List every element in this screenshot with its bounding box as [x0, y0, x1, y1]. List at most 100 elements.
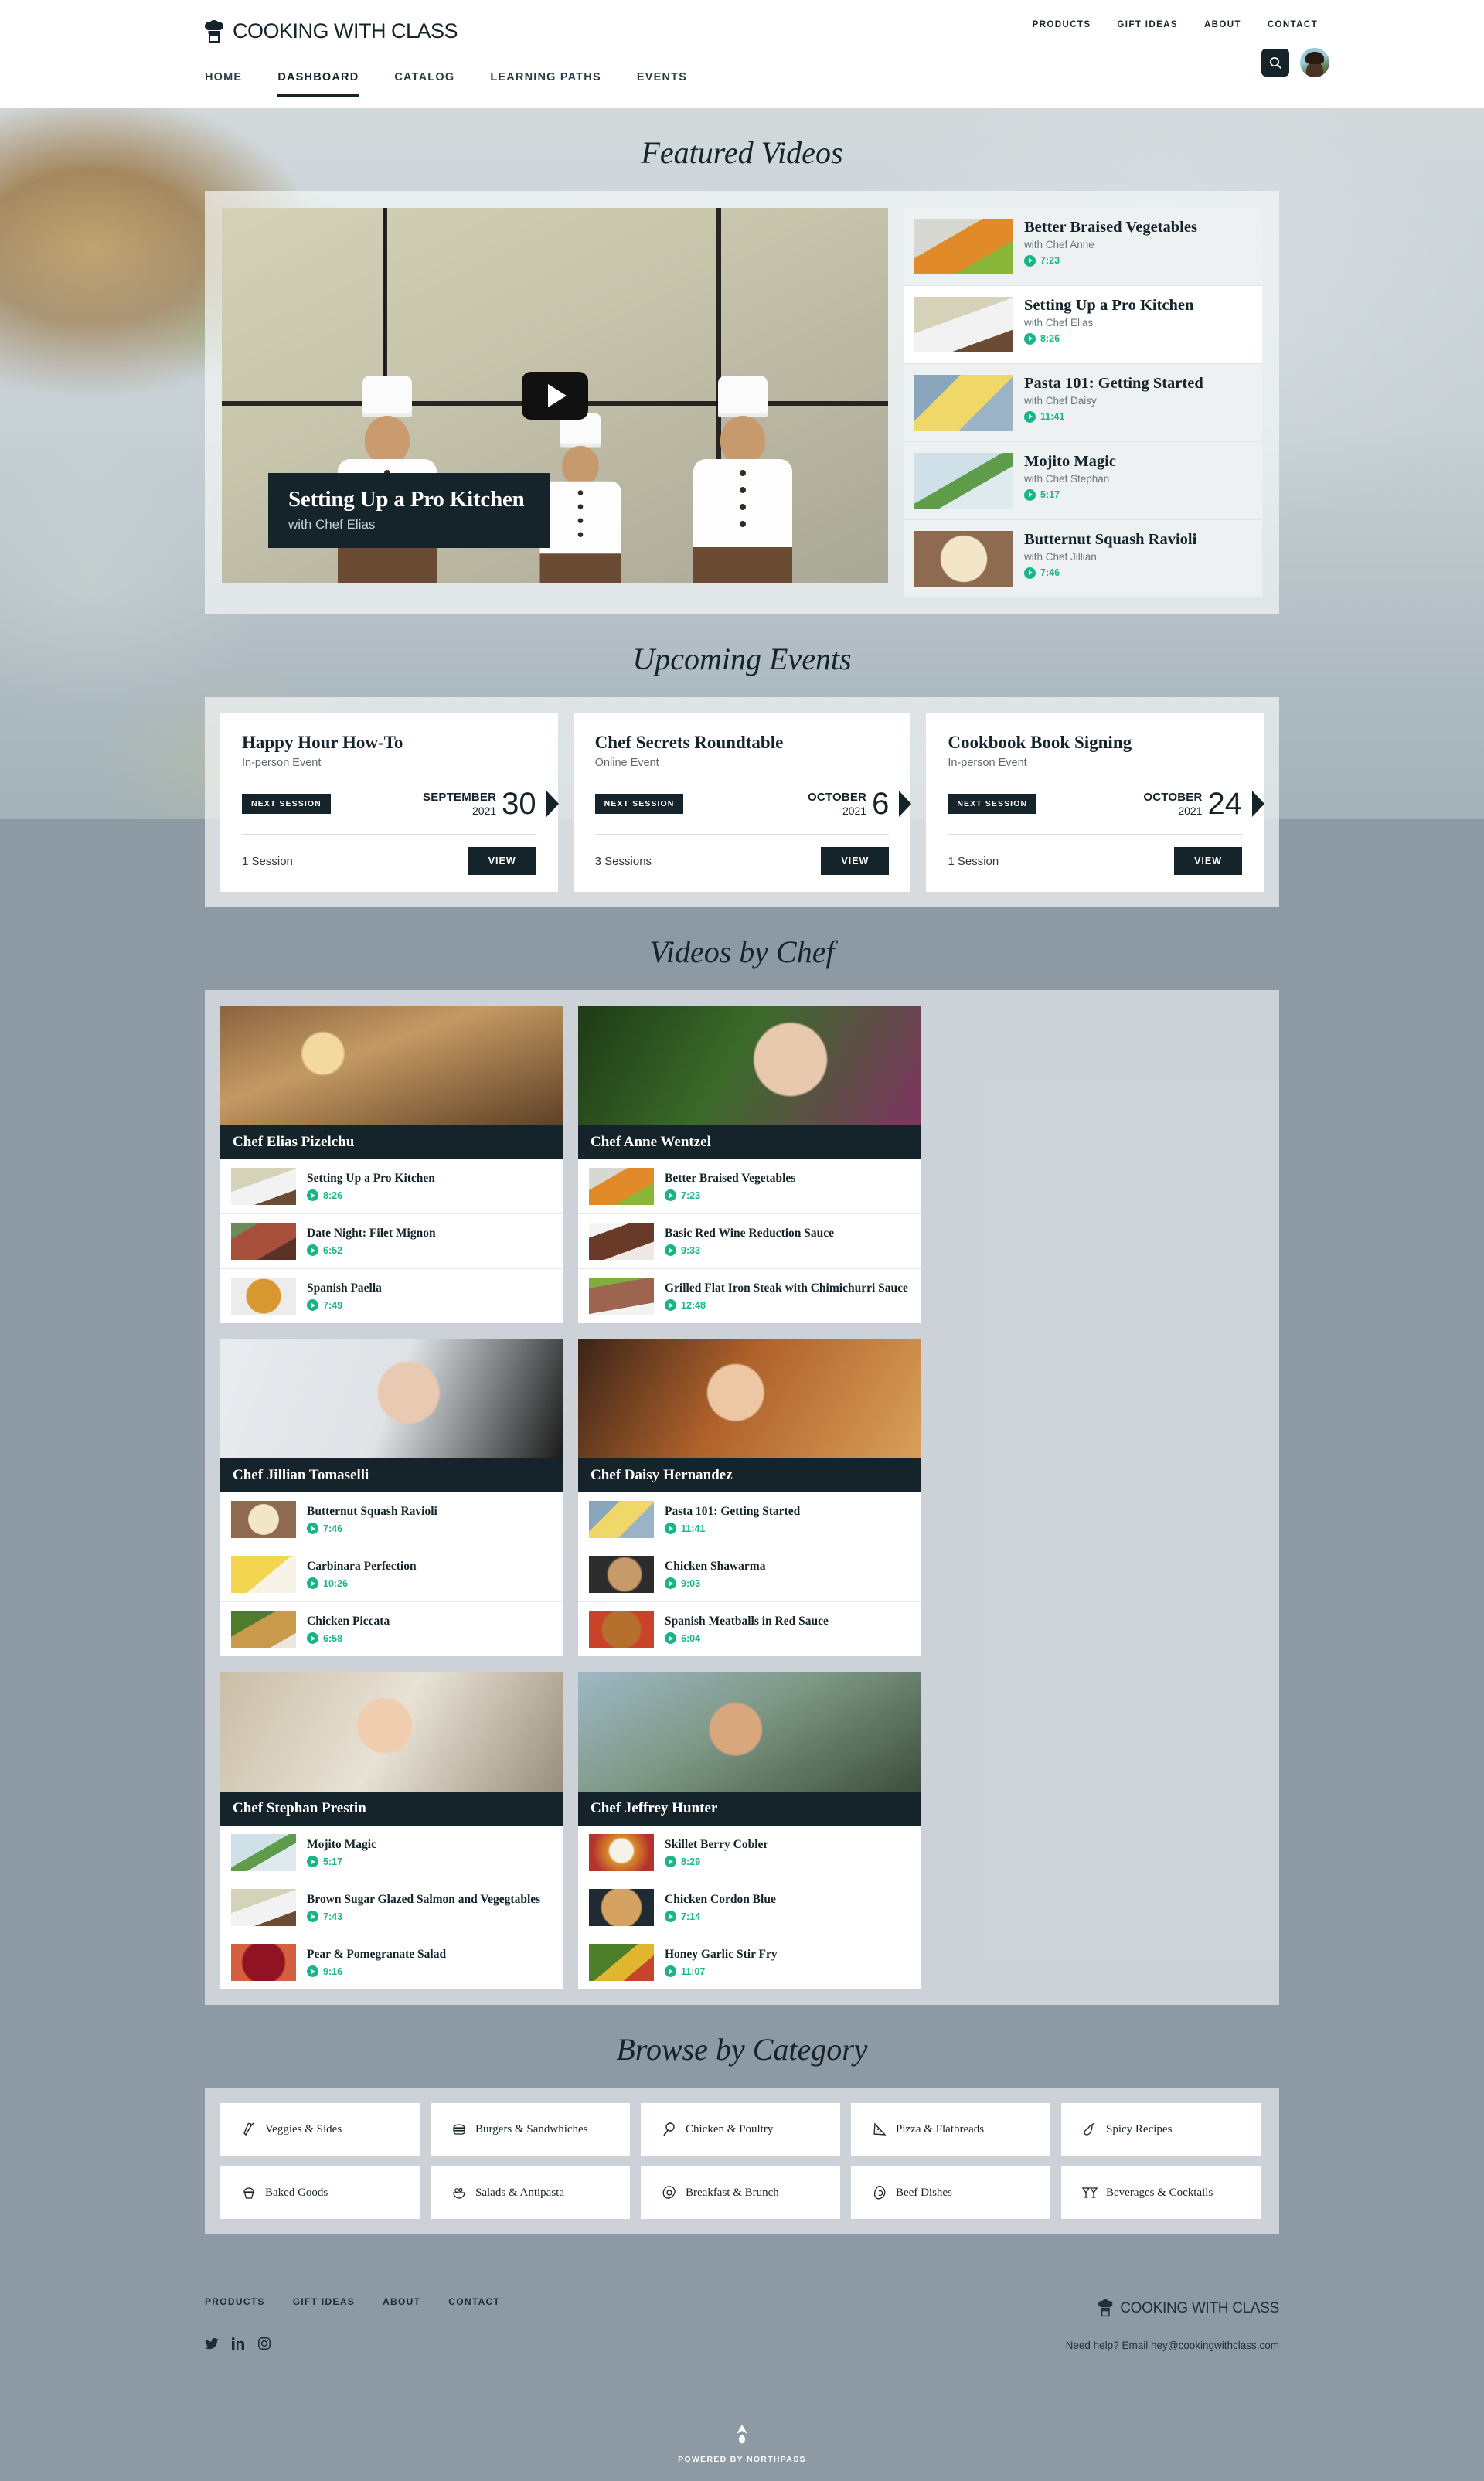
chef-video-item[interactable]: Skillet Berry Cobler 8:29: [578, 1826, 921, 1880]
chef-video-item[interactable]: Setting Up a Pro Kitchen 8:26: [220, 1159, 563, 1214]
category-card[interactable]: Beef Dishes: [851, 2166, 1050, 2219]
playlist-item[interactable]: Butternut Squash Ravioli with Chef Jilli…: [904, 520, 1262, 597]
footer-help-email[interactable]: hey@cookingwithclass.com: [1151, 2340, 1279, 2351]
event-view-button[interactable]: VIEW: [468, 847, 536, 875]
duration-text: 8:26: [323, 1189, 343, 1201]
duration-text: 11:41: [1040, 411, 1065, 423]
topnav-gift-ideas[interactable]: GIFT IDEAS: [1117, 20, 1178, 29]
chef-video-item[interactable]: Pasta 101: Getting Started 11:41: [578, 1492, 921, 1547]
category-card[interactable]: Baked Goods: [220, 2166, 420, 2219]
event-day: 6: [872, 787, 890, 821]
duration-text: 11:41: [681, 1523, 706, 1534]
event-day: 30: [502, 787, 536, 821]
videos-by-chef-heading: Videos by Chef: [649, 934, 835, 969]
brand-logo-link[interactable]: COOKING WITH CLASS: [205, 19, 458, 43]
category-card[interactable]: Salads & Antipasta: [431, 2166, 630, 2219]
footer-link-contact[interactable]: CONTACT: [448, 2296, 500, 2307]
search-button[interactable]: [1261, 49, 1289, 77]
player-subtitle: with Chef Elias: [288, 517, 376, 532]
chef-video-item[interactable]: Date Night: Filet Mignon 6:52: [220, 1214, 563, 1269]
duration-text: 8:26: [1040, 333, 1060, 345]
duration-text: 6:52: [323, 1244, 343, 1256]
footer-help-prefix: Need help? Email: [1065, 2340, 1151, 2351]
playlist-item[interactable]: Pasta 101: Getting Started with Chef Dai…: [904, 364, 1262, 442]
avatar[interactable]: [1300, 48, 1329, 77]
playlist-item[interactable]: Better Braised Vegetables with Chef Anne…: [904, 208, 1262, 286]
nav-item-events[interactable]: EVENTS: [637, 71, 687, 97]
duration-text: 9:33: [681, 1244, 701, 1256]
play-icon: [665, 1856, 676, 1868]
video-thumbnail: [589, 1889, 654, 1926]
next-session-badge: NEXT SESSION: [948, 794, 1037, 814]
category-card[interactable]: Veggies & Sides: [220, 2103, 420, 2156]
category-card[interactable]: Breakfast & Brunch: [641, 2166, 840, 2219]
chef-video-item[interactable]: Better Braised Vegetables 7:23: [578, 1159, 921, 1214]
chef-video-item[interactable]: Chicken Shawarma 9:03: [578, 1547, 921, 1602]
chef-video-item[interactable]: Honey Garlic Stir Fry 11:07: [578, 1935, 921, 1989]
category-label: Veggies & Sides: [265, 2122, 342, 2136]
playlist-item[interactable]: Setting Up a Pro Kitchen with Chef Elias…: [904, 286, 1262, 364]
nav-item-home[interactable]: HOME: [205, 71, 242, 97]
chef-video-item[interactable]: Carbinara Perfection 10:26: [220, 1547, 563, 1602]
chef-video-item[interactable]: Pear & Pomegranate Salad 9:16: [220, 1935, 563, 1989]
playlist-item-title: Mojito Magic: [1024, 453, 1116, 470]
primary-nav: HOME DASHBOARD CATALOG LEARNING PATHS EV…: [205, 71, 687, 97]
category-card[interactable]: Beverages & Cocktails: [1061, 2166, 1261, 2219]
event-card[interactable]: Cookbook Book Signing In-person Event NE…: [926, 713, 1265, 892]
player-caption: Setting Up a Pro Kitchen with Chef Elias: [268, 473, 550, 548]
chef-video-item[interactable]: Mojito Magic 5:17: [220, 1826, 563, 1880]
topnav-contact[interactable]: CONTACT: [1268, 20, 1318, 29]
category-card[interactable]: Burgers & Sandwhiches: [431, 2103, 630, 2156]
event-card[interactable]: Happy Hour How-To In-person Event NEXT S…: [220, 713, 559, 892]
chef-hat-icon: [1098, 2299, 1113, 2317]
twitter-icon[interactable]: [205, 2336, 219, 2350]
chef-name-bar: Chef Elias Pizelchu: [220, 1125, 563, 1159]
duration: 7:23: [1024, 254, 1197, 267]
chef-video-item[interactable]: Grilled Flat Iron Steak with Chimichurri…: [578, 1269, 921, 1323]
chef-video-title: Setting Up a Pro Kitchen: [307, 1171, 435, 1185]
nav-item-dashboard[interactable]: DASHBOARD: [277, 71, 359, 97]
category-card[interactable]: Spicy Recipes: [1061, 2103, 1261, 2156]
chef-video-item[interactable]: Basic Red Wine Reduction Sauce 9:33: [578, 1214, 921, 1269]
category-card[interactable]: Chicken & Poultry: [641, 2103, 840, 2156]
playlist-item[interactable]: Mojito Magic with Chef Stephan 5:17: [904, 442, 1262, 520]
play-icon[interactable]: [522, 371, 588, 420]
topnav-about[interactable]: ABOUT: [1204, 20, 1241, 29]
event-view-button[interactable]: VIEW: [1174, 847, 1243, 875]
chef-video-title: Pasta 101: Getting Started: [665, 1504, 801, 1518]
duration: 5:17: [1024, 488, 1116, 501]
footer-link-about[interactable]: ABOUT: [383, 2296, 420, 2307]
chef-card: Chef Stephan Prestin Mojito Magic 5:17 B…: [220, 1672, 563, 1989]
duration: 7:46: [1024, 567, 1196, 579]
video-thumbnail: [231, 1556, 296, 1593]
event-date: SEPTEMBER 2021 30: [423, 787, 536, 821]
chef-video-item[interactable]: Butternut Squash Ravioli 7:46: [220, 1492, 563, 1547]
chef-video-item[interactable]: Chicken Piccata 6:58: [220, 1602, 563, 1656]
event-card[interactable]: Chef Secrets Roundtable Online Event NEX…: [573, 713, 912, 892]
category-label: Chicken & Poultry: [686, 2122, 774, 2136]
topnav-products[interactable]: PRODUCTS: [1033, 20, 1091, 29]
chef-video-item[interactable]: Brown Sugar Glazed Salmon and Vegegtable…: [220, 1880, 563, 1935]
nav-item-learning-paths[interactable]: LEARNING PATHS: [490, 71, 601, 97]
play-icon: [307, 1965, 318, 1978]
footer-link-gift-ideas[interactable]: GIFT IDEAS: [293, 2296, 355, 2307]
footer-link-products[interactable]: PRODUCTS: [205, 2296, 265, 2307]
chef-video-title: Chicken Shawarma: [665, 1559, 766, 1573]
chef-video-item[interactable]: Chicken Cordon Blue 7:14: [578, 1880, 921, 1935]
instagram-icon[interactable]: [257, 2336, 271, 2350]
playlist-item-subtitle: with Chef Elias: [1024, 316, 1094, 328]
chef-video-item[interactable]: Spanish Meatballs in Red Sauce 6:04: [578, 1602, 921, 1656]
event-view-button[interactable]: VIEW: [821, 847, 890, 875]
site-header: COOKING WITH CLASS PRODUCTS GIFT IDEAS A…: [0, 0, 1484, 108]
chef-video-item[interactable]: Spanish Paella 7:49: [220, 1269, 563, 1323]
duration-text: 5:17: [323, 1856, 343, 1867]
drumstick-icon: [661, 2121, 678, 2138]
video-thumbnail: [914, 531, 1013, 587]
playlist-item-subtitle: with Chef Stephan: [1024, 472, 1110, 485]
category-card[interactable]: Pizza & Flatbreads: [851, 2103, 1050, 2156]
linkedin-icon[interactable]: [231, 2336, 245, 2350]
video-player[interactable]: Setting Up a Pro Kitchen with Chef Elias: [222, 208, 888, 583]
nav-item-catalog[interactable]: CATALOG: [394, 71, 454, 97]
video-thumbnail: [914, 375, 1013, 431]
event-date: OCTOBER 2021 6: [808, 787, 890, 821]
